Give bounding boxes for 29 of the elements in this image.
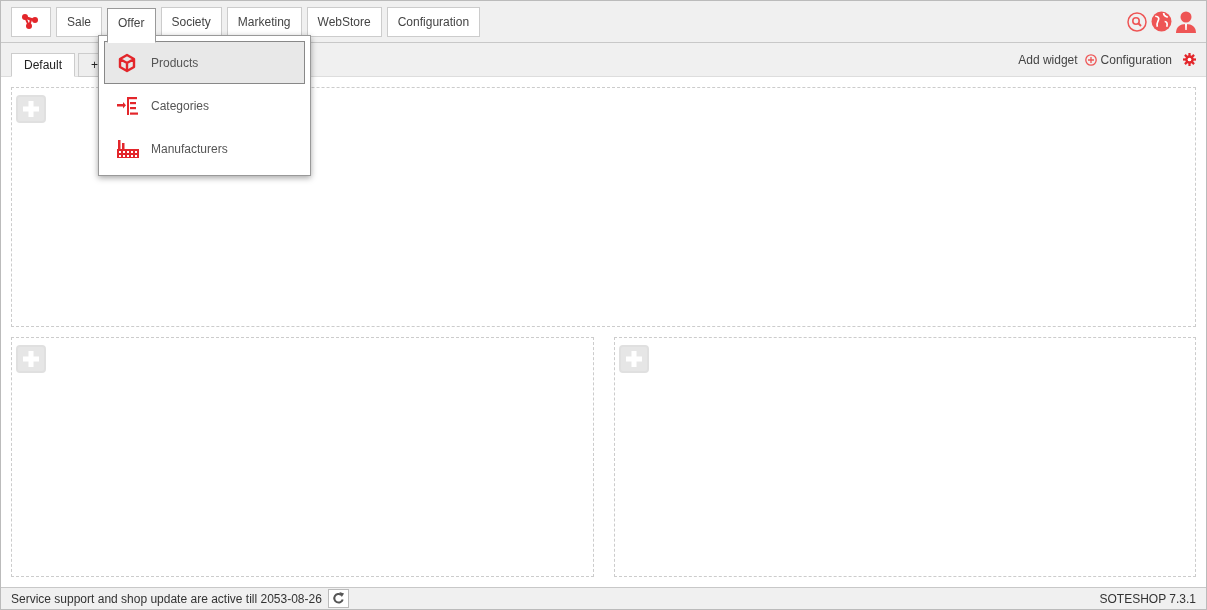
logo-icon [22,14,40,29]
menu-tab[interactable]: WebStore [306,6,382,37]
menu-tab[interactable]: Society [160,6,222,37]
cube-icon [117,52,137,73]
refresh-button[interactable] [327,589,349,608]
menu-tab[interactable]: Sale [56,6,103,37]
plus-icon [625,351,642,367]
plus-icon [23,101,39,117]
configuration-link[interactable]: Configuration [1100,50,1172,69]
dashboard-tab[interactable]: Default [11,53,76,77]
search-icon[interactable] [1127,11,1147,32]
menu-tab[interactable]: Configuration [386,6,481,37]
dropdown-item[interactable]: Products [104,41,305,84]
settings-icon[interactable] [1183,53,1196,66]
plus-icon [23,351,39,367]
dropdown-item[interactable]: Categories [104,84,305,127]
user-icon[interactable] [1176,10,1196,33]
logo-button[interactable] [11,6,51,37]
support-notice: Service support and shop update are active till 2053-08-26 [11,590,322,608]
add-widget-link[interactable]: Add widget [1018,50,1078,69]
plus-circle-icon[interactable] [1084,53,1097,66]
tree-list-icon [117,96,139,115]
refresh-icon [331,592,345,605]
dropdown-item[interactable]: Manufacturers [104,127,305,170]
menu-tab[interactable]: Offer [107,8,156,43]
factory-icon [117,139,139,158]
globe-icon[interactable] [1151,11,1172,32]
menu-tab[interactable]: Marketing [226,6,302,37]
version-label: SOTESHOP 7.3.1 [1099,590,1196,608]
